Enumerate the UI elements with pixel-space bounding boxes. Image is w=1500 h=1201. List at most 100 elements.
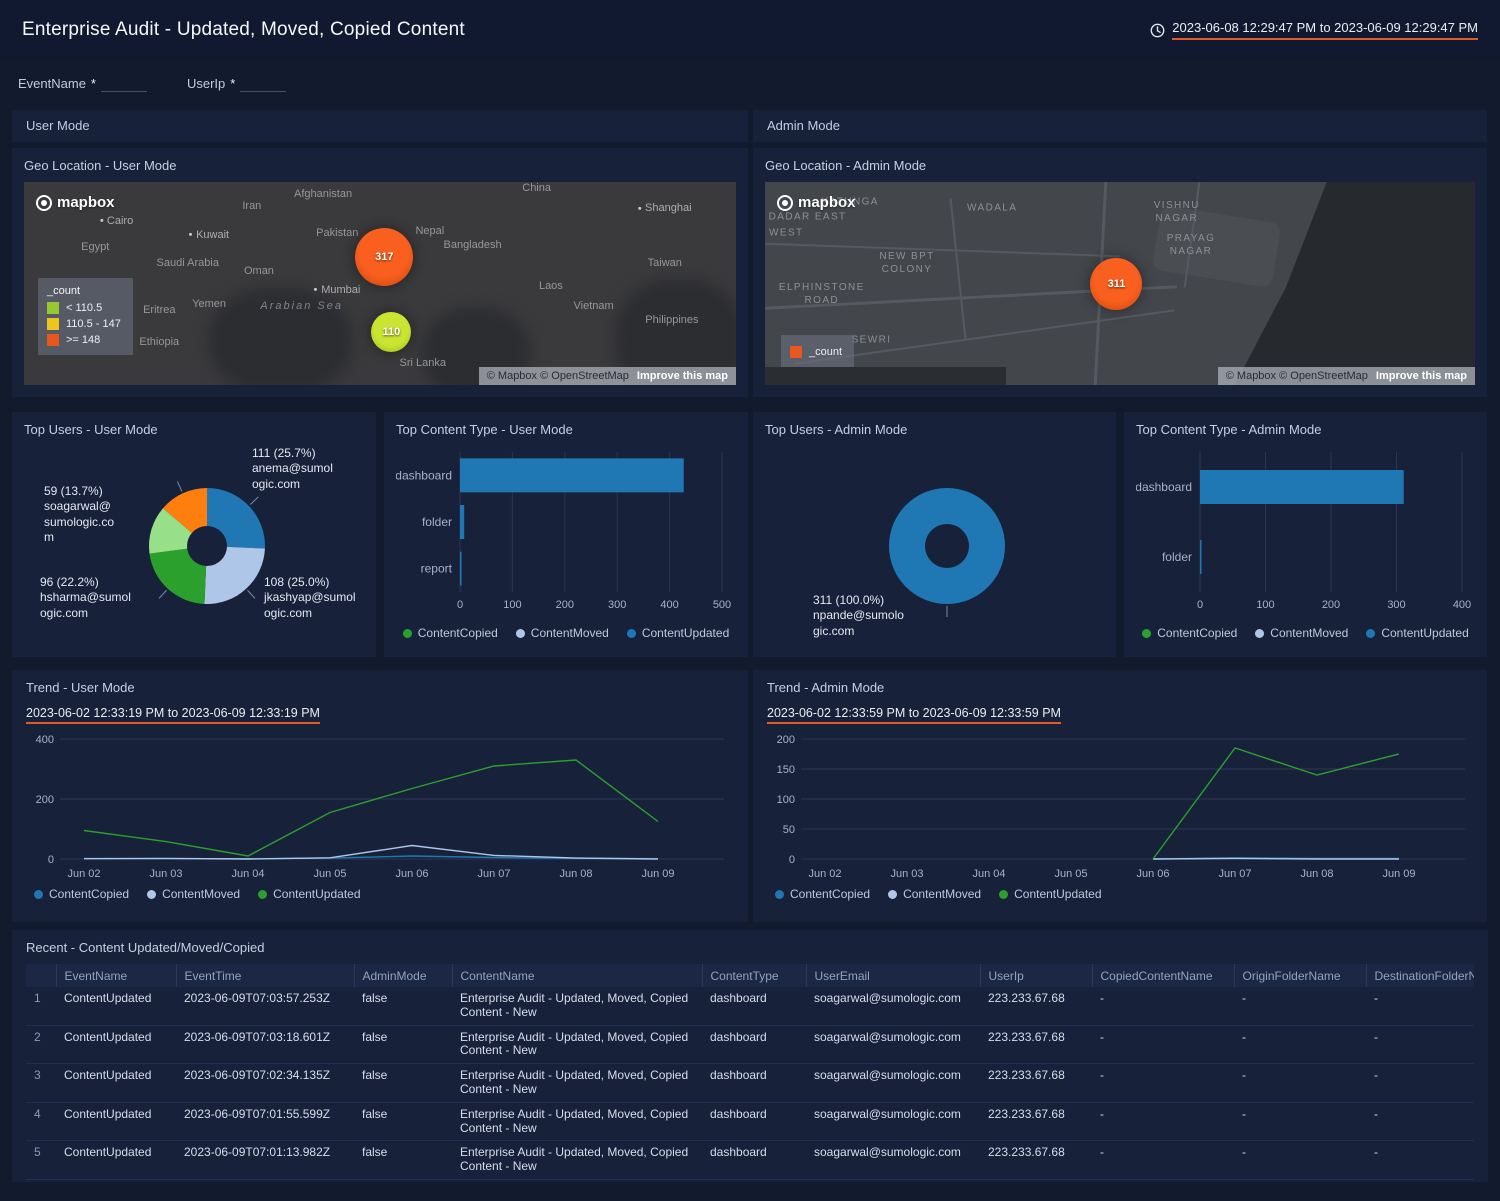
- panel-title: Trend - User Mode: [26, 680, 734, 696]
- legend-dot: [403, 629, 412, 638]
- bar[interactable]: [1200, 470, 1404, 504]
- column-header[interactable]: EventName: [56, 964, 176, 987]
- bar[interactable]: [460, 458, 684, 492]
- donut-chart-top-users-user[interactable]: 111 (25.7%) anema@sumol ogic.com59 (13.7…: [24, 446, 364, 650]
- map-label: Sri Lanka: [399, 356, 445, 370]
- map-road: [765, 243, 1120, 257]
- bar-chart-top-content-user[interactable]: 0100200300400500dashboardfolderreport: [396, 446, 736, 622]
- svg-text:200: 200: [1322, 599, 1340, 611]
- table-row[interactable]: 3ContentUpdated2023-06-09T07:02:34.135Zf…: [26, 1064, 1474, 1103]
- filter-eventname: EventName *: [18, 76, 147, 92]
- line-chart-trend-user[interactable]: 0200400Jun 02Jun 03Jun 04Jun 05Jun 06Jun…: [26, 733, 734, 883]
- trend-time-range[interactable]: 2023-06-02 12:33:59 PM to 2023-06-09 12:…: [767, 706, 1061, 724]
- legend-dot: [1255, 629, 1264, 638]
- map-bubble[interactable]: 110: [371, 312, 411, 352]
- table-header-row: EventNameEventTimeAdminModeContentNameCo…: [26, 964, 1474, 987]
- map-road: [949, 199, 966, 341]
- filter-bar: EventName * UserIp *: [0, 60, 1500, 110]
- x-axis-label: Jun 07: [1218, 868, 1251, 880]
- svg-text:200: 200: [556, 599, 574, 611]
- column-header[interactable]: ContentType: [702, 964, 806, 987]
- panel-title: Top Users - Admin Mode: [765, 422, 1104, 438]
- table-cell: soagarwal@sumologic.com: [806, 1141, 980, 1180]
- column-header[interactable]: DestinationFolderName: [1366, 964, 1474, 987]
- map-legend: _count< 110.5110.5 - 147>= 148: [38, 278, 133, 355]
- panel-top-content-user: Top Content Type - User Mode 01002003004…: [384, 412, 748, 657]
- x-axis-label: Jun 02: [67, 868, 100, 880]
- svg-text:400: 400: [660, 599, 678, 611]
- legend-dot: [147, 890, 156, 899]
- panel-top-users-user: Top Users - User Mode 111 (25.7%) anema@…: [12, 412, 376, 657]
- svg-text:200: 200: [36, 794, 54, 806]
- table-row[interactable]: 5ContentUpdated2023-06-09T07:01:13.982Zf…: [26, 1141, 1474, 1180]
- time-range-control[interactable]: 2023-06-08 12:29:47 PM to 2023-06-09 12:…: [1150, 20, 1478, 40]
- filter-label: EventName: [18, 76, 86, 91]
- column-header[interactable]: ContentName: [452, 964, 702, 987]
- map-label: Oman: [244, 264, 274, 278]
- mapbox-logo[interactable]: mapbox: [36, 194, 115, 211]
- userip-input[interactable]: [240, 76, 286, 92]
- improve-map-link[interactable]: Improve this map: [637, 370, 728, 382]
- pie-leader-line: [177, 481, 182, 491]
- row-index: 4: [26, 1102, 56, 1141]
- table-cell: ContentUpdated: [56, 1064, 176, 1103]
- table-cell: 223.233.67.68: [980, 1141, 1092, 1180]
- svg-text:100: 100: [503, 599, 521, 611]
- table-cell: Enterprise Audit - Updated, Moved, Copie…: [452, 1102, 702, 1141]
- svg-text:500: 500: [713, 599, 731, 611]
- table-cell: 2023-06-09T07:03:57.253Z: [176, 987, 354, 1025]
- header: Enterprise Audit - Updated, Moved, Copie…: [0, 0, 1500, 60]
- line-chart-trend-admin[interactable]: 050100150200Jun 02Jun 03Jun 04Jun 05Jun …: [767, 733, 1473, 883]
- table-cell: -: [1092, 1064, 1234, 1103]
- trend-line[interactable]: [84, 760, 658, 856]
- table-cell: dashboard: [702, 1025, 806, 1064]
- table-cell: -: [1092, 1141, 1234, 1180]
- trend-line[interactable]: [1153, 858, 1399, 859]
- column-header[interactable]: CopiedContentName: [1092, 964, 1234, 987]
- bar-chart-top-content-admin[interactable]: 0100200300400dashboardfolder: [1136, 446, 1475, 622]
- table-cell: -: [1234, 1141, 1366, 1180]
- bar[interactable]: [460, 505, 464, 539]
- map-user-mode[interactable]: mapbox _count< 110.5110.5 - 147>= 148 © …: [24, 182, 736, 385]
- table-cell: 2023-06-09T07:01:55.599Z: [176, 1102, 354, 1141]
- trend-time-range[interactable]: 2023-06-02 12:33:19 PM to 2023-06-09 12:…: [26, 706, 320, 724]
- column-header[interactable]: UserIp: [980, 964, 1092, 987]
- legend-dot: [1366, 629, 1375, 638]
- legend-swatch: [47, 302, 59, 314]
- svg-text:0: 0: [1197, 599, 1203, 611]
- legend-item: ContentMoved: [1255, 626, 1348, 640]
- table-cell: -: [1234, 1064, 1366, 1103]
- pie-label: 311 (100.0%) npande@sumolo gic.com: [813, 593, 904, 639]
- chart-legend: ContentCopiedContentMovedContentUpdated: [26, 887, 734, 901]
- table-row[interactable]: 2ContentUpdated2023-06-09T07:03:18.601Zf…: [26, 1025, 1474, 1064]
- map-label: WADALA: [967, 202, 1017, 215]
- legend-item: ContentCopied: [403, 626, 498, 640]
- map-bubble[interactable]: 317: [355, 228, 413, 286]
- donut-chart-top-users-admin[interactable]: 311 (100.0%) npande@sumolo gic.com: [765, 446, 1104, 650]
- column-header[interactable]: EventTime: [176, 964, 354, 987]
- map-bubble[interactable]: 311: [1090, 258, 1142, 310]
- column-header[interactable]: OriginFolderName: [1234, 964, 1366, 987]
- improve-map-link[interactable]: Improve this map: [1376, 370, 1467, 382]
- column-header[interactable]: AdminMode: [354, 964, 452, 987]
- table-cell: 2023-06-09T07:03:18.601Z: [176, 1025, 354, 1064]
- x-axis-label: Jun 05: [1054, 868, 1087, 880]
- bar[interactable]: [460, 552, 462, 586]
- table-row[interactable]: 4ContentUpdated2023-06-09T07:01:55.599Zf…: [26, 1102, 1474, 1141]
- bar-category-label: dashboard: [396, 468, 452, 482]
- column-header[interactable]: UserEmail: [806, 964, 980, 987]
- mapbox-logo[interactable]: mapbox: [777, 194, 856, 211]
- eventname-input[interactable]: [101, 76, 147, 92]
- bar-category-label: dashboard: [1136, 480, 1192, 494]
- trend-line[interactable]: [1153, 748, 1399, 859]
- panel-title: Geo Location - User Mode: [24, 158, 736, 174]
- map-admin-mode[interactable]: mapbox _count © Mapbox © OpenStreetMap I…: [765, 182, 1475, 385]
- bar[interactable]: [1200, 540, 1202, 574]
- table-row[interactable]: 1ContentUpdated2023-06-09T07:03:57.253Zf…: [26, 987, 1474, 1025]
- required-asterisk: *: [91, 76, 96, 91]
- legend-dot: [258, 890, 267, 899]
- table-cell: -: [1234, 1025, 1366, 1064]
- x-axis-label: Jun 08: [559, 868, 592, 880]
- map-label: Laos: [539, 278, 563, 292]
- map-legend-title: _count: [47, 285, 121, 297]
